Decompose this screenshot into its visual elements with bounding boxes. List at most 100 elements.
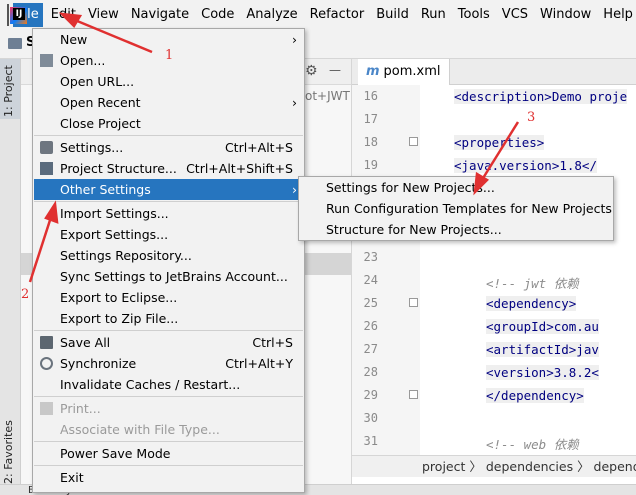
menu-item-structure-new-projects[interactable]: Structure for New Projects... — [300, 219, 612, 240]
line-number: 28 — [363, 365, 378, 379]
menu-item-settings[interactable]: Settings... Ctrl+Alt+S — [34, 137, 303, 158]
editor-area: m pom.xml 16 17 18 19 23 24 25 26 27 28 2… — [351, 59, 636, 495]
menu-separator — [34, 465, 303, 466]
submenu-arrow-icon: › — [292, 95, 297, 110]
annotation-number-2: 2 — [21, 287, 30, 302]
line-number: 19 — [363, 158, 378, 172]
editor-tab-bar: m pom.xml — [352, 59, 636, 85]
menu-item-save-all[interactable]: Save All Ctrl+S — [34, 332, 303, 353]
code-area[interactable]: <description>Demo proje <properties> <ja… — [420, 85, 636, 475]
menu-help[interactable]: Help — [599, 3, 636, 27]
code-line: <properties> — [454, 135, 545, 150]
other-settings-submenu: Settings for New Projects... Run Configu… — [298, 176, 614, 241]
shortcut-label: Ctrl+S — [252, 335, 293, 350]
maven-file-icon: m — [366, 64, 380, 79]
line-number: 18 — [363, 135, 378, 149]
menu-item-close-project[interactable]: Close Project — [34, 113, 303, 134]
menu-item-settings-repository[interactable]: Settings Repository... — [34, 245, 303, 266]
menu-separator — [34, 396, 303, 397]
fold-marker-icon[interactable] — [409, 390, 418, 399]
annotation-number-3: 3 — [527, 110, 536, 125]
code-line: <groupId>com.au — [486, 319, 599, 334]
menu-code[interactable]: Code — [197, 3, 238, 27]
code-line: <version>3.8.2< — [486, 365, 599, 380]
menu-item-invalidate-caches[interactable]: Invalidate Caches / Restart... — [34, 374, 303, 395]
line-number: 25 — [363, 296, 378, 310]
menu-item-new[interactable]: New › — [34, 29, 303, 50]
intellij-logo-icon: IJ — [7, 3, 27, 26]
menu-item-open-recent[interactable]: Open Recent › — [34, 92, 303, 113]
submenu-arrow-icon: › — [292, 32, 297, 47]
menu-item-export-eclipse[interactable]: Export to Eclipse... — [34, 287, 303, 308]
line-number: 27 — [363, 342, 378, 356]
line-number-gutter: 16 17 18 19 23 24 25 26 27 28 29 30 31 — [352, 85, 420, 475]
menu-separator — [34, 135, 303, 136]
sync-icon — [40, 357, 53, 370]
fold-marker-icon[interactable] — [409, 137, 418, 146]
wrench-icon — [40, 141, 53, 154]
line-number: 16 — [363, 89, 378, 103]
code-line: <java.version>1.8</ — [454, 158, 597, 173]
tab-label: pom.xml — [383, 64, 441, 79]
menu-item-other-settings[interactable]: Other Settings › — [34, 179, 303, 200]
code-line: </dependency> — [486, 388, 584, 403]
line-number: 24 — [363, 273, 378, 287]
menu-item-synchronize[interactable]: Synchronize Ctrl+Alt+Y — [34, 353, 303, 374]
menu-item-export-settings[interactable]: Export Settings... — [34, 224, 303, 245]
fold-marker-icon[interactable] — [409, 298, 418, 307]
code-line: <dependency> — [486, 296, 577, 311]
menu-separator — [34, 441, 303, 442]
menu-bar: IJ File Edit View Navigate Code Analyze … — [0, 0, 636, 29]
menu-separator — [34, 330, 303, 331]
annotation-number-1: 1 — [165, 48, 174, 63]
folder-icon — [8, 38, 22, 49]
menu-vcs[interactable]: VCS — [498, 3, 532, 27]
menu-tools[interactable]: Tools — [454, 3, 494, 27]
shortcut-label: Ctrl+Alt+Y — [225, 356, 293, 371]
shortcut-label: Ctrl+Alt+S — [224, 140, 293, 155]
line-number: 23 — [363, 250, 378, 264]
line-number: 29 — [363, 388, 378, 402]
menu-item-sync-settings[interactable]: Sync Settings to JetBrains Account... — [34, 266, 303, 287]
menu-analyze[interactable]: Analyze — [242, 3, 301, 27]
favorites-tool-label[interactable]: 2: Favorites — [2, 420, 15, 484]
menu-separator — [34, 201, 303, 202]
menu-build[interactable]: Build — [372, 3, 413, 27]
menu-item-export-zip[interactable]: Export to Zip File... — [34, 308, 303, 329]
menu-item-settings-new-projects[interactable]: Settings for New Projects... — [300, 177, 612, 198]
menu-run[interactable]: Run — [417, 3, 450, 27]
line-number: 30 — [363, 411, 378, 425]
submenu-arrow-icon: › — [292, 182, 297, 197]
menu-item-associate-file-type: Associate with File Type... — [60, 422, 220, 437]
menu-edit[interactable]: Edit — [47, 3, 80, 27]
save-icon — [40, 336, 53, 349]
line-number: 26 — [363, 319, 378, 333]
code-line: <artifactId>jav — [486, 342, 599, 357]
menu-item-project-structure[interactable]: Project Structure... Ctrl+Alt+Shift+S — [34, 158, 303, 179]
file-menu-dropdown: New › Open... Open URL... Open Recent › Cl… — [32, 28, 305, 493]
tab-pom-xml[interactable]: m pom.xml — [358, 59, 450, 85]
project-structure-icon — [40, 162, 53, 175]
menu-item-power-save-mode[interactable]: Power Save Mode — [34, 443, 303, 464]
gear-icon[interactable]: ⚙ — [305, 63, 318, 79]
print-icon — [40, 402, 53, 415]
breadcrumb[interactable]: project 〉 dependencies 〉 depend — [352, 455, 636, 477]
menu-item-open-url[interactable]: Open URL... — [34, 71, 303, 92]
line-number: 31 — [363, 434, 378, 448]
menu-refactor[interactable]: Refactor — [306, 3, 369, 27]
folder-open-icon — [40, 54, 53, 67]
line-number: 17 — [363, 112, 378, 126]
code-line: <description>Demo proje — [454, 89, 628, 104]
menu-navigate[interactable]: Navigate — [127, 3, 193, 27]
menu-view[interactable]: View — [84, 3, 123, 27]
project-tool-label[interactable]: 1: Project — [2, 65, 15, 117]
code-line: <!-- web 依赖 — [486, 437, 579, 452]
code-line: <!-- jwt 依赖 — [486, 276, 579, 291]
minimize-icon[interactable]: — — [329, 63, 341, 77]
menu-item-exit[interactable]: Exit — [34, 467, 303, 488]
menu-item-run-config-templates[interactable]: Run Configuration Templates for New Proj… — [300, 198, 612, 219]
menu-item-print: Print... — [34, 398, 303, 419]
menu-item-import-settings[interactable]: Import Settings... — [34, 203, 303, 224]
shortcut-label: Ctrl+Alt+Shift+S — [186, 161, 293, 176]
menu-window[interactable]: Window — [536, 3, 595, 27]
